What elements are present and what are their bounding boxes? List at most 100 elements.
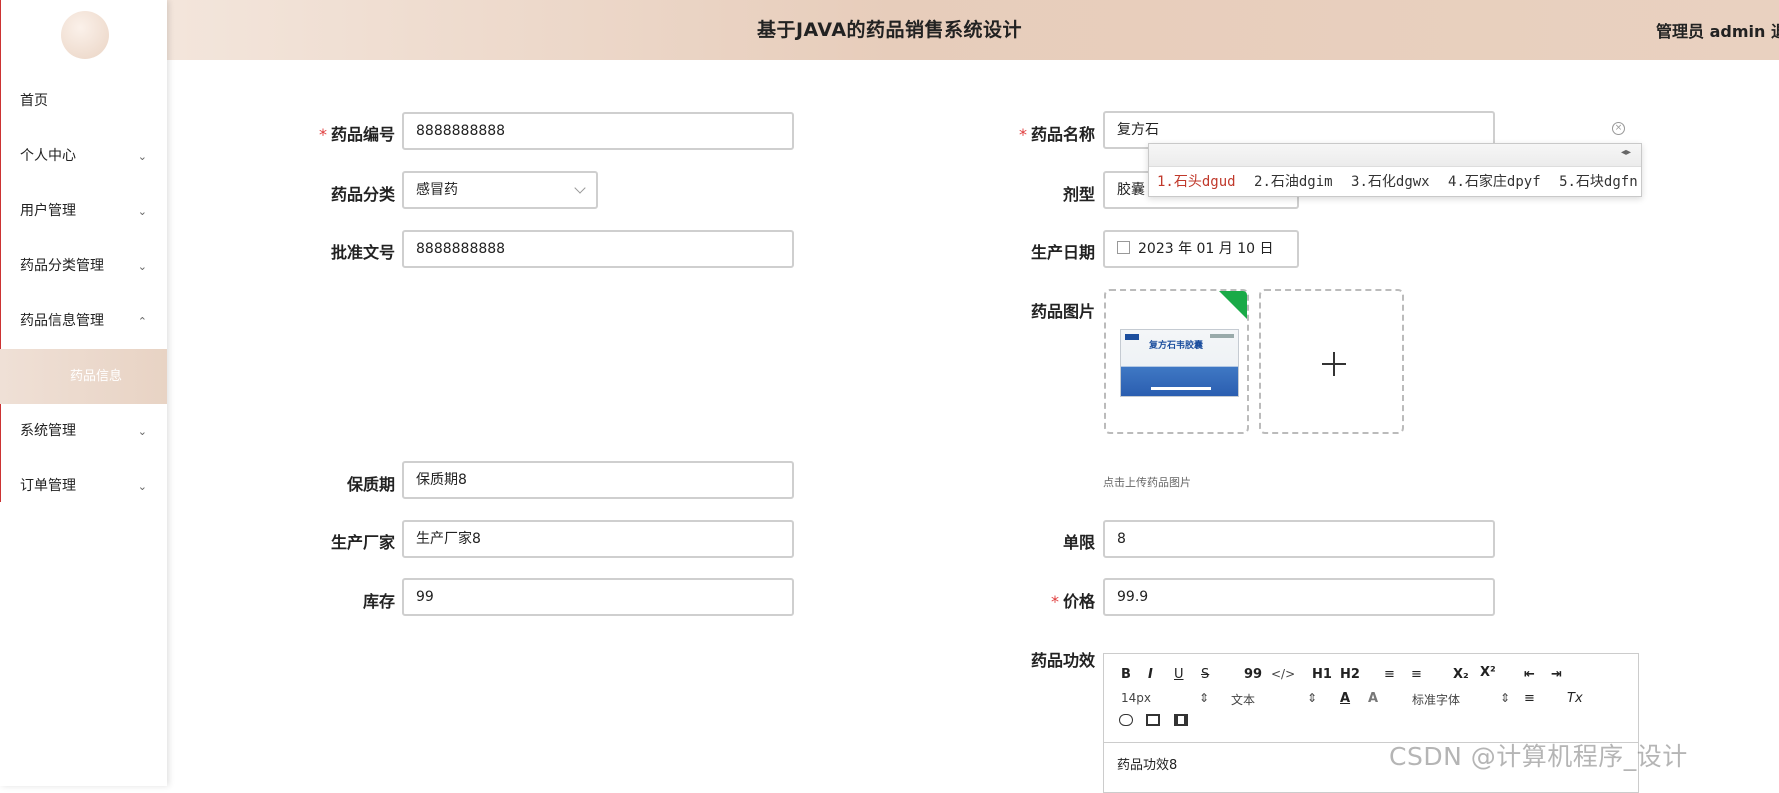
ordered-list-button[interactable]: ≡ [1384, 667, 1395, 682]
indent-button[interactable]: ⇥ [1551, 667, 1562, 682]
dosage-form-label: 剂型 [1062, 185, 1095, 204]
stock-label: 库存 [362, 592, 395, 611]
ime-candidate[interactable]: 5.石块dgfn [1559, 174, 1638, 190]
code-block-button[interactable]: </> [1271, 667, 1295, 681]
production-date-value: 2023 年 01 月 10 日 [1138, 241, 1274, 257]
font-family-select[interactable]: 标准字体 [1412, 691, 1460, 708]
drug-code-label: * 药品编号 [318, 125, 395, 144]
heading1-button[interactable]: H1 [1312, 667, 1332, 682]
heading2-button[interactable]: H2 [1340, 667, 1360, 682]
package-top-right-mark [1210, 334, 1234, 338]
plus-icon [1322, 352, 1346, 376]
ime-page-arrows-icon[interactable]: ◂▸ [1621, 147, 1631, 158]
sidebar-item-label: 首页 [20, 93, 48, 109]
ime-candidate[interactable]: 4.石家庄dpyf [1448, 174, 1541, 190]
chevron-down-icon: ⌄ [137, 150, 147, 163]
editor-toolbar: B I U S 99 </> H1 H2 ≡ ≡ X₂ X² ⇤ ⇥ 14px … [1104, 654, 1638, 743]
sidebar-subitem-drug-info[interactable]: 药品信息 [0, 349, 167, 404]
stock-input[interactable]: 99 [402, 578, 794, 616]
sidebar-item-order-management[interactable]: 订单管理 ⌄ [0, 459, 167, 514]
package-name-text: 复方石韦胶囊 [1149, 341, 1204, 351]
ime-candidates: 1.石头dgud 2.石油dgim 3.石化dgwx 4.石家庄dpyf 5.石… [1149, 167, 1641, 195]
production-date-label: 生产日期 [1030, 243, 1095, 262]
limit-input[interactable]: 8 [1103, 520, 1495, 558]
watermark: CSDN @计算机程序_设计 [1389, 742, 1688, 771]
sidebar-item-drug-info-management[interactable]: 药品信息管理 ⌃ [0, 294, 167, 349]
caret-icon: ⇕ [1199, 691, 1210, 705]
sidebar-item-home[interactable]: 首页 [0, 74, 167, 129]
font-color-button[interactable]: A [1340, 691, 1350, 706]
sidebar-menu: 首页 个人中心 ⌄ 用户管理 ⌄ 药品分类管理 ⌄ 药品信息管理 ⌃ 药品信息 系统管理… [0, 74, 167, 514]
top-header: 基于JAVA的药品销售系统设计 管理员 admin 退 [0, 0, 1779, 60]
sidebar-item-label: 药品分类管理 [20, 258, 104, 274]
approval-no-input[interactable]: 8888888888 [402, 230, 794, 268]
background-color-button[interactable]: A [1368, 691, 1378, 706]
sidebar: 首页 个人中心 ⌄ 用户管理 ⌄ 药品分类管理 ⌄ 药品信息管理 ⌃ 药品信息 系统管理… [0, 0, 167, 786]
drug-category-label: 药品分类 [330, 185, 395, 204]
underline-button[interactable]: U [1174, 667, 1184, 682]
sidebar-item-category-management[interactable]: 药品分类管理 ⌄ [0, 239, 167, 294]
chevron-up-icon: ⌃ [137, 315, 147, 328]
upload-success-corner [1218, 291, 1247, 320]
font-size-select[interactable]: 14px [1121, 691, 1151, 705]
bold-button[interactable]: B [1121, 667, 1131, 682]
ime-candidate[interactable]: 2.石油dgim [1254, 174, 1333, 190]
price-input[interactable]: 99.9 [1103, 578, 1495, 616]
drug-image-label: 药品图片 [1030, 302, 1095, 321]
package-brand-mark [1125, 334, 1139, 340]
bullet-list-button[interactable]: ≡ [1411, 667, 1422, 682]
sidebar-item-personal-center[interactable]: 个人中心 ⌄ [0, 129, 167, 184]
chevron-down-icon: ⌄ [137, 260, 147, 273]
caret-icon: ⇕ [1307, 691, 1318, 705]
required-mark: * [318, 125, 327, 144]
blockquote-button[interactable]: 99 [1244, 667, 1262, 682]
sidebar-item-system-management[interactable]: 系统管理 ⌄ [0, 404, 167, 459]
package-bottom-line [1151, 387, 1211, 390]
italic-button[interactable]: I [1148, 667, 1153, 682]
superscript-button[interactable]: X² [1480, 665, 1496, 680]
outdent-button[interactable]: ⇤ [1524, 667, 1535, 682]
shelf-life-input[interactable]: 保质期8 [402, 461, 794, 499]
uploaded-image-card[interactable]: 复方石韦胶囊 [1104, 289, 1249, 434]
clear-icon[interactable]: × [1612, 122, 1625, 135]
text-type-select[interactable]: 文本 [1231, 691, 1255, 708]
sidebar-item-label: 系统管理 [20, 423, 76, 439]
ime-candidate[interactable]: 3.石化dgwx [1351, 174, 1430, 190]
ime-bar: ◂▸ [1149, 144, 1641, 167]
align-button[interactable]: ≡ [1524, 691, 1535, 706]
sidebar-item-label: 用户管理 [20, 203, 76, 219]
upload-hint: 点击上传药品图片 [1103, 476, 1191, 489]
required-mark: * [1018, 125, 1027, 144]
drug-category-select[interactable]: 感冒药 [402, 171, 598, 209]
drug-box-image: 复方石韦胶囊 [1120, 329, 1239, 397]
video-icon[interactable] [1174, 714, 1188, 726]
required-mark: * [1050, 592, 1059, 611]
price-label: * 价格 [1050, 592, 1095, 611]
sidebar-item-label: 药品信息 [70, 369, 123, 384]
chevron-down-icon: ⌄ [137, 480, 147, 493]
manufacturer-input[interactable]: 生产厂家8 [402, 520, 794, 558]
production-date-picker[interactable]: 2023 年 01 月 10 日 [1103, 230, 1299, 268]
limit-label: 单限 [1062, 533, 1095, 552]
chevron-down-icon: ⌄ [137, 205, 147, 218]
page-title: 基于JAVA的药品销售系统设计 [756, 19, 1023, 41]
drug-name-label: * 药品名称 [1018, 125, 1095, 144]
link-icon[interactable] [1119, 714, 1133, 726]
subscript-button[interactable]: X₂ [1453, 667, 1469, 682]
efficacy-label: 药品功效 [1030, 651, 1095, 670]
clear-format-button[interactable]: Tx [1567, 691, 1583, 706]
manufacturer-label: 生产厂家 [330, 533, 395, 552]
approval-no-label: 批准文号 [330, 243, 395, 262]
caret-icon: ⇕ [1500, 691, 1511, 705]
user-info[interactable]: 管理员 admin 退 [1656, 18, 1779, 42]
upload-add-button[interactable] [1259, 289, 1404, 434]
shelf-life-label: 保质期 [346, 475, 395, 494]
drug-code-input[interactable]: 8888888888 [402, 112, 794, 150]
image-icon[interactable] [1146, 714, 1160, 726]
editor-content[interactable]: 药品功效8 [1117, 754, 1177, 773]
strikethrough-button[interactable]: S [1201, 667, 1209, 682]
sidebar-item-user-management[interactable]: 用户管理 ⌄ [0, 184, 167, 239]
ime-candidate[interactable]: 1.石头dgud [1157, 174, 1236, 190]
sidebar-item-label: 订单管理 [20, 478, 76, 494]
chevron-down-icon: ⌄ [137, 425, 147, 438]
